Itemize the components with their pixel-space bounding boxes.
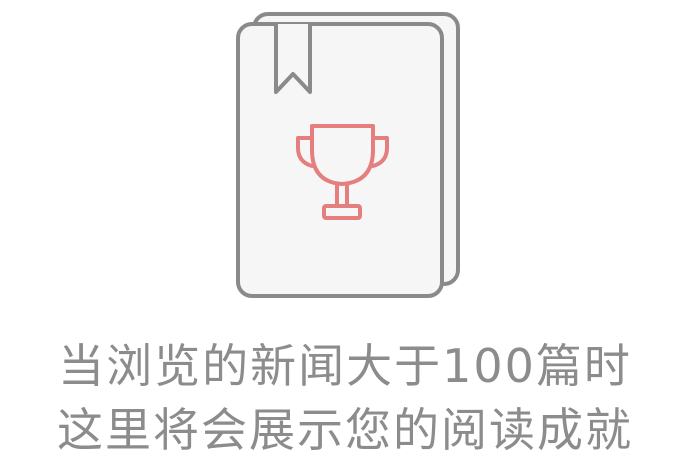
message-line-1: 当浏览的新闻大于100篇时 xyxy=(58,339,632,393)
book-front-cover xyxy=(236,22,444,298)
reading-achievements-empty-state: 当浏览的新闻大于100篇时 这里将会展示您的阅读成就 xyxy=(0,0,690,470)
message-line-2: 这里将会展示您的阅读成就 xyxy=(57,403,633,457)
book-with-trophy-icon xyxy=(236,12,460,298)
empty-state-message: 当浏览的新闻大于100篇时 这里将会展示您的阅读成就 xyxy=(0,334,690,462)
